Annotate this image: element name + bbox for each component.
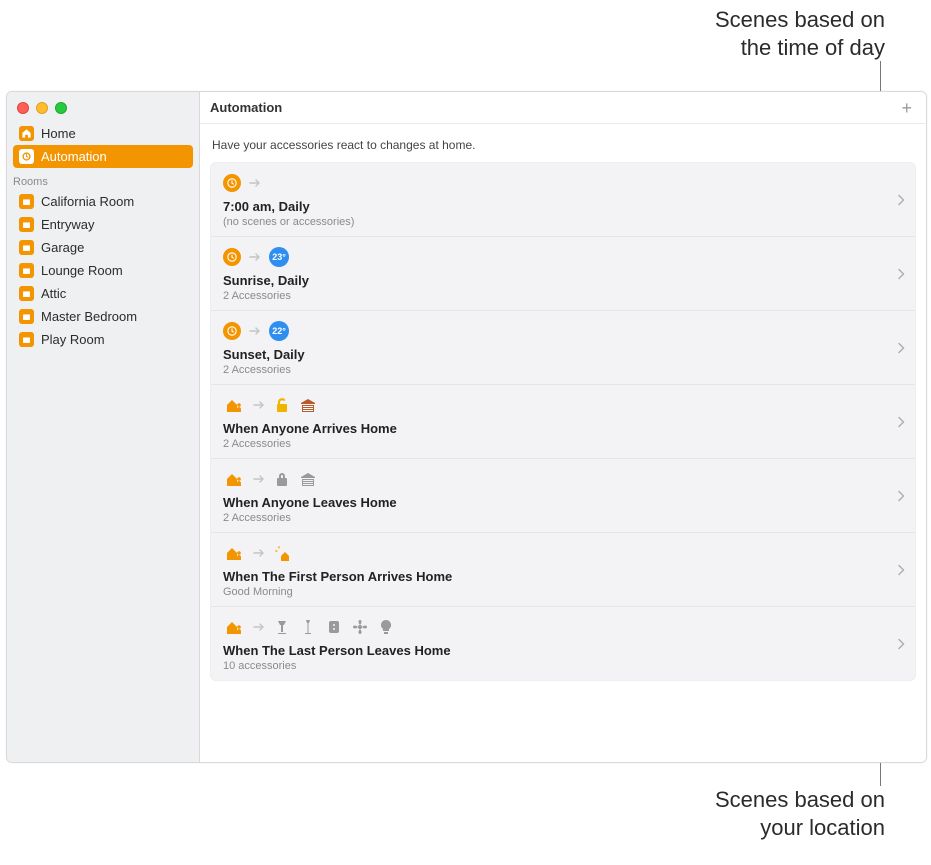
good-morning-scene-icon (273, 544, 291, 562)
automation-subtitle: Good Morning (223, 586, 903, 598)
bulb-icon (377, 618, 395, 636)
automation-subtitle: 2 Accessories (223, 512, 903, 524)
arrow-icon (249, 179, 261, 187)
sidebar-item-label: Lounge Room (41, 263, 123, 278)
room-icon (19, 286, 34, 301)
chevron-right-icon (898, 416, 905, 427)
app-window: Home Automation Rooms California Room En… (6, 91, 927, 763)
automation-subtitle: 2 Accessories (223, 290, 903, 302)
outlet-icon (325, 618, 343, 636)
desk-lamp-icon (273, 618, 291, 636)
temperature-badge: 23° (269, 247, 289, 267)
temperature-badge: 22° (269, 321, 289, 341)
chevron-right-icon (898, 564, 905, 575)
garage-closed-icon (299, 470, 317, 488)
clock-icon (223, 174, 241, 192)
room-icon (19, 332, 34, 347)
sidebar-item-home[interactable]: Home (13, 122, 193, 145)
arrow-icon (253, 549, 265, 557)
toolbar: Automation + (200, 92, 926, 124)
sidebar-main-list: Home Automation (7, 122, 199, 168)
page-title: Automation (210, 100, 282, 115)
room-icon (19, 194, 34, 209)
automation-row-arrive[interactable]: When Anyone Arrives Home 2 Accessories (211, 384, 915, 458)
sidebar-room-play-room[interactable]: Play Room (13, 328, 193, 351)
unlock-icon (273, 396, 291, 414)
automation-title: Sunset, Daily (223, 347, 903, 362)
add-automation-button[interactable]: + (897, 97, 916, 119)
fan-icon (351, 618, 369, 636)
person-arrives-icon (223, 396, 245, 414)
automation-row-7am[interactable]: 7:00 am, Daily (no scenes or accessories… (211, 163, 915, 236)
close-window-button[interactable] (17, 102, 29, 114)
floor-lamp-icon (299, 618, 317, 636)
sidebar-item-label: Entryway (41, 217, 94, 232)
sidebar-item-label: Attic (41, 286, 66, 301)
automation-subtitle: 2 Accessories (223, 364, 903, 376)
chevron-right-icon (898, 342, 905, 353)
callout-location: Scenes based onyour location (625, 786, 885, 841)
home-icon (19, 126, 34, 141)
room-icon (19, 240, 34, 255)
sidebar-room-attic[interactable]: Attic (13, 282, 193, 305)
automation-title: When Anyone Arrives Home (223, 421, 903, 436)
minimize-window-button[interactable] (36, 102, 48, 114)
sidebar-item-label: Home (41, 126, 76, 141)
zoom-window-button[interactable] (55, 102, 67, 114)
sidebar-room-entryway[interactable]: Entryway (13, 213, 193, 236)
lock-icon (273, 470, 291, 488)
automation-title: When Anyone Leaves Home (223, 495, 903, 510)
room-icon (19, 217, 34, 232)
automation-list: 7:00 am, Daily (no scenes or accessories… (210, 162, 916, 681)
clock-icon (223, 248, 241, 266)
sidebar-item-label: California Room (41, 194, 134, 209)
automation-subtitle: 10 accessories (223, 660, 903, 672)
automation-icon (19, 149, 34, 164)
sidebar-room-master-bedroom[interactable]: Master Bedroom (13, 305, 193, 328)
person-arrives-icon (223, 544, 245, 562)
sidebar-room-lounge[interactable]: Lounge Room (13, 259, 193, 282)
chevron-right-icon (898, 490, 905, 501)
automation-row-leave[interactable]: When Anyone Leaves Home 2 Accessories (211, 458, 915, 532)
sidebar: Home Automation Rooms California Room En… (7, 92, 200, 762)
arrow-icon (249, 327, 261, 335)
automation-subtitle: 2 Accessories (223, 438, 903, 450)
sidebar-item-label: Garage (41, 240, 84, 255)
window-controls (7, 98, 199, 122)
arrow-icon (253, 401, 265, 409)
sidebar-item-label: Master Bedroom (41, 309, 137, 324)
sidebar-item-label: Play Room (41, 332, 105, 347)
automation-title: When The Last Person Leaves Home (223, 643, 903, 658)
chevron-right-icon (898, 638, 905, 649)
room-icon (19, 263, 34, 278)
garage-icon (299, 396, 317, 414)
page-subtitle: Have your accessories react to changes a… (200, 124, 926, 162)
sidebar-rooms-list: California Room Entryway Garage Lounge R… (7, 190, 199, 351)
main-panel: Automation + Have your accessories react… (200, 92, 926, 762)
automation-subtitle: (no scenes or accessories) (223, 216, 903, 228)
arrow-icon (249, 253, 261, 261)
room-icon (19, 309, 34, 324)
automation-row-sunset[interactable]: 22° Sunset, Daily 2 Accessories (211, 310, 915, 384)
person-leaves-icon (223, 618, 245, 636)
sidebar-room-california[interactable]: California Room (13, 190, 193, 213)
callout-time-of-day: Scenes based onthe time of day (625, 6, 885, 61)
sidebar-item-label: Automation (41, 149, 107, 164)
automation-row-sunrise[interactable]: 23° Sunrise, Daily 2 Accessories (211, 236, 915, 310)
person-leaves-icon (223, 470, 245, 488)
automation-row-first-arrives[interactable]: When The First Person Arrives Home Good … (211, 532, 915, 606)
chevron-right-icon (898, 194, 905, 205)
sidebar-item-automation[interactable]: Automation (13, 145, 193, 168)
chevron-right-icon (898, 268, 905, 279)
sidebar-rooms-header: Rooms (7, 168, 199, 190)
automation-row-last-leaves[interactable]: When The Last Person Leaves Home 10 acce… (211, 606, 915, 680)
automation-title: 7:00 am, Daily (223, 199, 903, 214)
sidebar-room-garage[interactable]: Garage (13, 236, 193, 259)
automation-title: When The First Person Arrives Home (223, 569, 903, 584)
automation-title: Sunrise, Daily (223, 273, 903, 288)
arrow-icon (253, 623, 265, 631)
clock-icon (223, 322, 241, 340)
arrow-icon (253, 475, 265, 483)
